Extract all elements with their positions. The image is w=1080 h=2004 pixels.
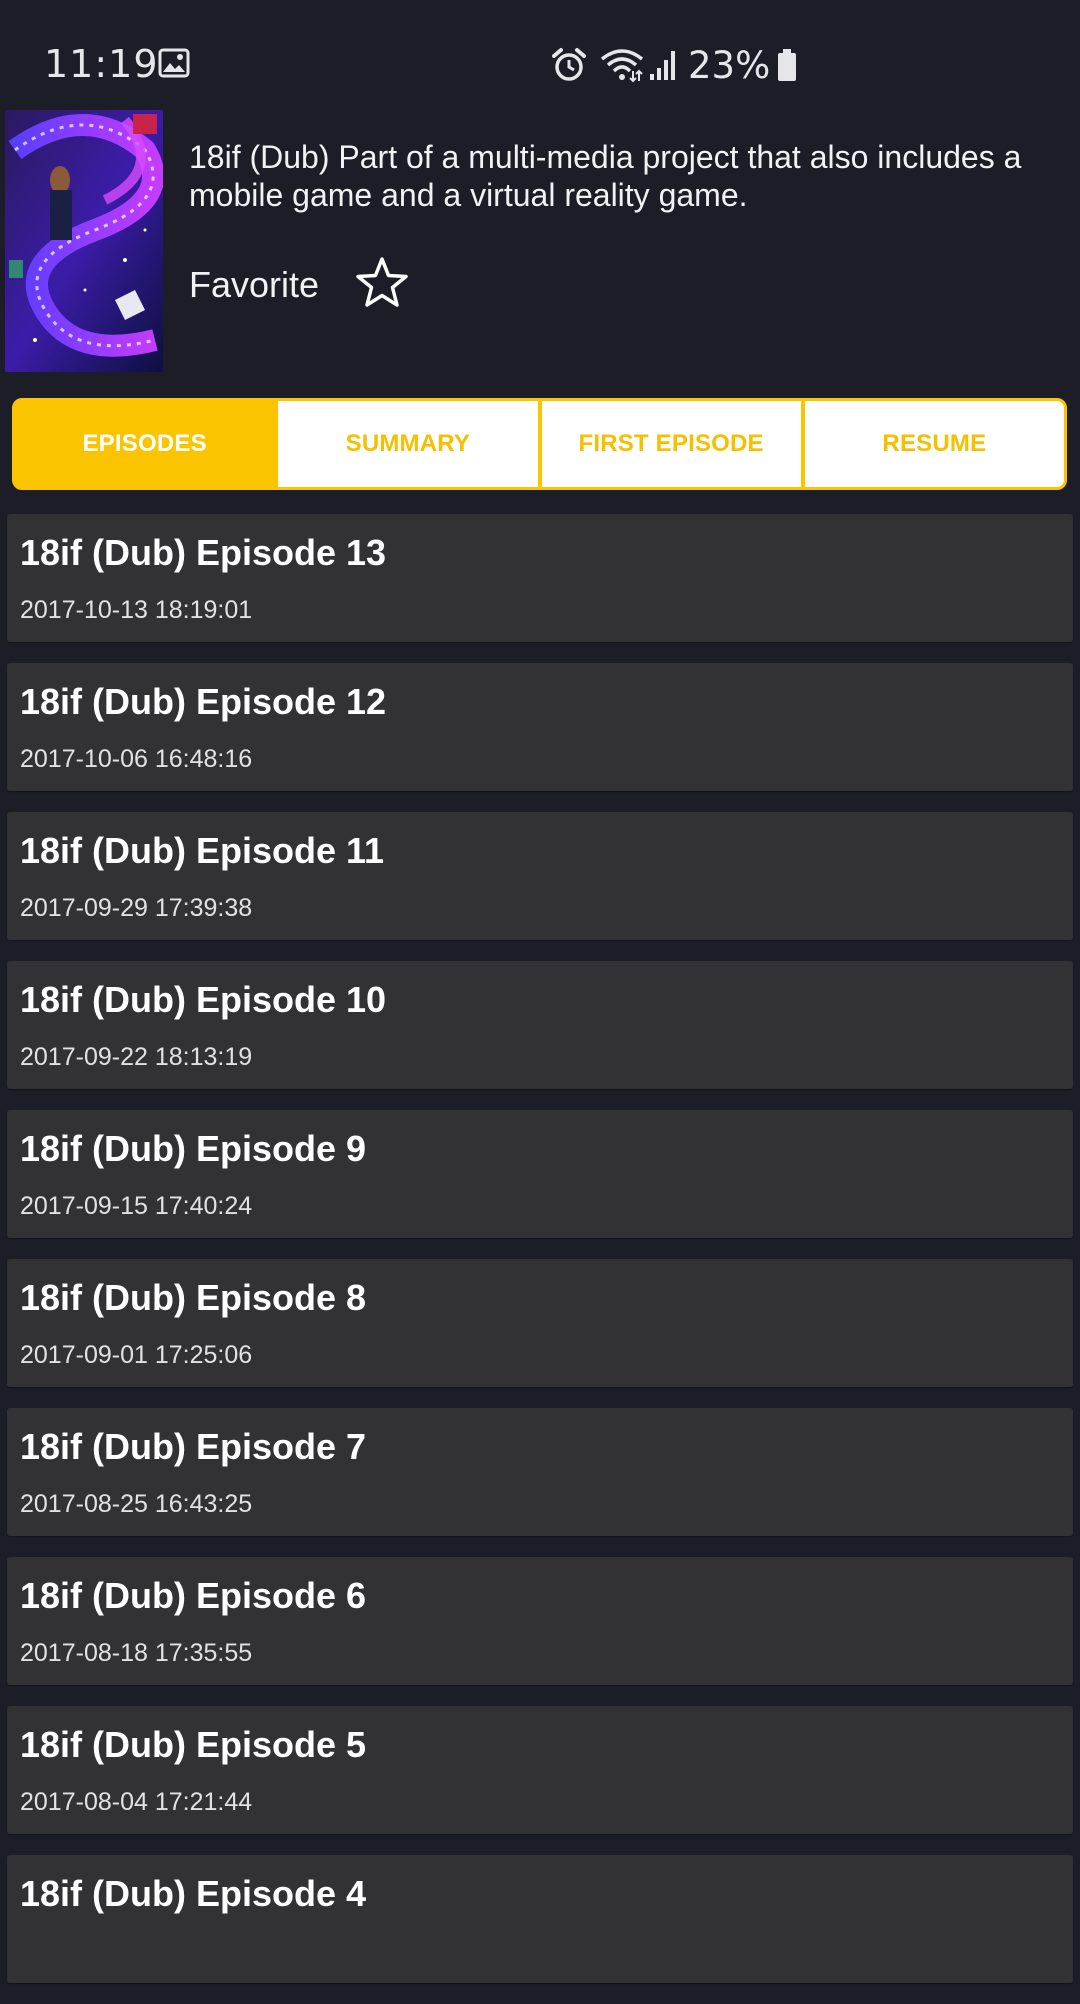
episode-item[interactable]: 18if (Dub) Episode 4 xyxy=(7,1855,1073,1983)
episode-item[interactable]: 18if (Dub) Episode 9 2017-09-15 17:40:24 xyxy=(7,1110,1073,1238)
episode-title: 18if (Dub) Episode 9 xyxy=(20,1128,367,1169)
episode-item[interactable]: 18if (Dub) Episode 13 2017-10-13 18:19:0… xyxy=(7,514,1073,642)
episode-title: 18if (Dub) Episode 13 xyxy=(20,532,387,573)
episode-date: 2017-10-13 18:19:01 xyxy=(20,596,253,624)
show-poster xyxy=(5,110,163,372)
alarm-icon xyxy=(550,46,588,84)
episode-item[interactable]: 18if (Dub) Episode 12 2017-10-06 16:48:1… xyxy=(7,663,1073,791)
tab-episodes[interactable]: EPISODES xyxy=(15,401,275,487)
episode-item[interactable]: 18if (Dub) Episode 8 2017-09-01 17:25:06 xyxy=(7,1259,1073,1387)
episode-date: 2017-09-01 17:25:06 xyxy=(20,1341,253,1369)
episode-item[interactable]: 18if (Dub) Episode 11 2017-09-29 17:39:3… xyxy=(7,812,1073,940)
episode-item[interactable]: 18if (Dub) Episode 7 2017-08-25 16:43:25 xyxy=(7,1408,1073,1536)
episode-title: 18if (Dub) Episode 4 xyxy=(20,1873,367,1914)
tab-bar: EPISODES SUMMARY FIRST EPISODE RESUME xyxy=(12,398,1067,490)
show-header: 18if (Dub) Part of a multi-media project… xyxy=(0,108,1080,378)
signal-icon xyxy=(648,48,678,82)
episode-title: 18if (Dub) Episode 8 xyxy=(20,1277,367,1318)
episode-list: 18if (Dub) Episode 13 2017-10-13 18:19:0… xyxy=(7,514,1073,2004)
battery-icon xyxy=(776,48,798,82)
episode-title: 18if (Dub) Episode 7 xyxy=(20,1426,367,1467)
star-outline-icon[interactable] xyxy=(355,256,409,313)
tab-resume[interactable]: RESUME xyxy=(804,401,1064,487)
episode-date: 2017-10-06 16:48:16 xyxy=(20,745,253,773)
episode-title: 18if (Dub) Episode 5 xyxy=(20,1724,367,1765)
episode-date: 2017-08-25 16:43:25 xyxy=(20,1490,253,1518)
episode-date: 2017-09-29 17:39:38 xyxy=(20,894,253,922)
wifi-icon xyxy=(600,47,644,83)
episode-item[interactable]: 18if (Dub) Episode 6 2017-08-18 17:35:55 xyxy=(7,1557,1073,1685)
episode-date: 2017-08-18 17:35:55 xyxy=(20,1639,253,1667)
episode-title: 18if (Dub) Episode 12 xyxy=(20,681,387,722)
show-description: 18if (Dub) Part of a multi-media project… xyxy=(189,139,1022,213)
episode-date: 2017-09-22 18:13:19 xyxy=(20,1043,253,1071)
tab-first-episode[interactable]: FIRST EPISODE xyxy=(541,401,801,487)
episode-item[interactable]: 18if (Dub) Episode 5 2017-08-04 17:21:44 xyxy=(7,1706,1073,1834)
episode-item[interactable]: 18if (Dub) Episode 10 2017-09-22 18:13:1… xyxy=(7,961,1073,1089)
episode-title: 18if (Dub) Episode 10 xyxy=(20,979,387,1020)
episode-date: 2017-08-04 17:21:44 xyxy=(20,1788,253,1816)
battery-percent: 23% xyxy=(688,43,771,87)
status-icons: 23% xyxy=(550,42,798,88)
status-time: 11:19 xyxy=(44,42,159,86)
episode-date: 2017-09-15 17:40:24 xyxy=(20,1192,253,1220)
gallery-icon xyxy=(158,48,190,82)
episode-title: 18if (Dub) Episode 6 xyxy=(20,1575,367,1616)
tab-summary[interactable]: SUMMARY xyxy=(278,401,538,487)
favorite-label: Favorite xyxy=(189,263,320,305)
episode-title: 18if (Dub) Episode 11 xyxy=(20,830,385,871)
favorite-toggle[interactable]: Favorite xyxy=(189,256,409,313)
